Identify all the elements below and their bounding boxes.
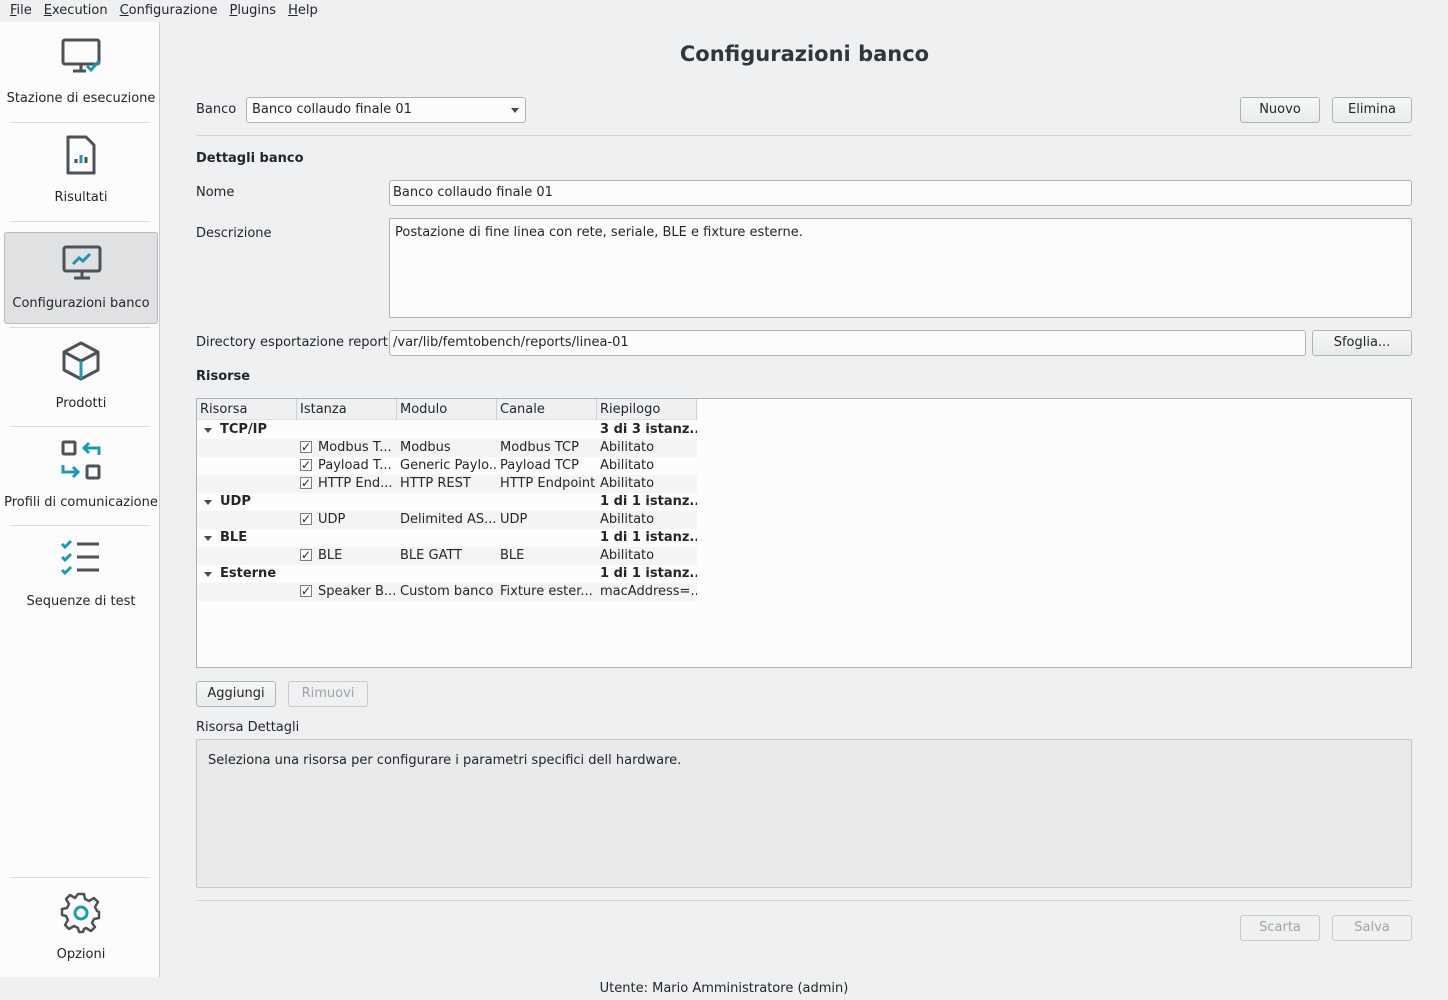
sidebar-item-label: Opzioni xyxy=(56,947,106,962)
browse-button[interactable]: Sfoglia... xyxy=(1312,330,1412,356)
sidebar-item-label: Stazione di esecuzione xyxy=(6,91,156,106)
description-field[interactable]: Postazione di fine linea con rete, seria… xyxy=(389,218,1412,318)
discard-button[interactable]: Scarta xyxy=(1240,915,1320,941)
banco-label: Banco xyxy=(196,102,237,117)
column-header[interactable]: Istanza xyxy=(297,399,397,420)
tree-row[interactable]: Speaker B... Custom banco Fixture ester.… xyxy=(197,583,697,601)
resource-details-hint: Seleziona una risorsa per configurare i … xyxy=(208,753,682,768)
monitor-check-icon xyxy=(61,38,101,73)
box-icon xyxy=(62,341,100,381)
enabled-checkbox[interactable] xyxy=(300,547,312,564)
banco-select-value: Banco collaudo finale 01 xyxy=(252,102,412,117)
name-label: Nome xyxy=(196,185,235,200)
menu-bar: File Execution Configurazione Plugins He… xyxy=(0,0,1448,22)
tree-group-row[interactable]: BLE 1 di 1 istanz... xyxy=(197,529,697,547)
status-bar: Utente: Mario Amministratore (admin) xyxy=(0,977,1448,1000)
enabled-checkbox[interactable] xyxy=(300,511,312,528)
group-name: UDP xyxy=(220,494,251,509)
sidebar-item-label: Profili di comunicazione xyxy=(4,495,158,510)
sidebar-divider xyxy=(10,877,150,878)
group-summary: 1 di 1 istanz... xyxy=(600,530,697,545)
sidebar-item-opzioni[interactable]: Opzioni xyxy=(4,882,158,974)
banco-select[interactable]: Banco collaudo finale 01 xyxy=(246,97,526,123)
export-dir-field[interactable]: /var/lib/femtobench/reports/linea-01 xyxy=(389,330,1306,356)
details-section-title: Dettagli banco xyxy=(196,151,304,166)
tree-row[interactable]: UDP Delimited AS... UDP Abilitato xyxy=(197,511,697,529)
column-header[interactable]: Canale xyxy=(497,399,597,420)
page-title: Configurazioni banco xyxy=(679,42,930,66)
sidebar-item-stazione[interactable]: Stazione di esecuzione xyxy=(4,26,158,118)
sidebar-divider xyxy=(10,327,150,328)
chevron-down-icon[interactable] xyxy=(204,500,212,505)
resources-tree[interactable]: Risorsa Istanza Modulo Canale Riepilogo … xyxy=(196,398,1412,668)
tree-row[interactable]: HTTP End... HTTP REST HTTP Endpoint Abil… xyxy=(197,475,697,493)
menu-execution[interactable]: Execution xyxy=(38,0,114,22)
sidebar-divider xyxy=(10,122,150,123)
menu-plugins[interactable]: Plugins xyxy=(223,0,282,22)
sidebar-item-label: Risultati xyxy=(54,190,108,205)
enabled-checkbox[interactable] xyxy=(300,583,312,600)
group-name: BLE xyxy=(220,530,248,545)
tree-row[interactable]: BLE BLE GATT BLE Abilitato xyxy=(197,547,697,565)
tree-group-row[interactable]: TCP/IP 3 di 3 istanz... xyxy=(197,421,697,439)
group-summary: 1 di 1 istanz... xyxy=(600,494,697,509)
column-header[interactable]: Risorsa xyxy=(197,399,297,420)
tree-group-row[interactable]: UDP 1 di 1 istanz... xyxy=(197,493,697,511)
save-button[interactable]: Salva xyxy=(1332,915,1412,941)
resource-details-label: Risorsa Dettagli xyxy=(196,720,300,735)
group-summary: 3 di 3 istanz... xyxy=(600,422,697,437)
delete-button[interactable]: Elimina xyxy=(1332,97,1412,123)
chevron-down-icon[interactable] xyxy=(204,572,212,577)
sidebar: Stazione di esecuzione Risultati Configu… xyxy=(0,22,160,977)
group-name: TCP/IP xyxy=(220,422,268,437)
menu-file[interactable]: File xyxy=(4,0,38,22)
tree-row[interactable]: Modbus T... Modbus Modbus TCP Abilitato xyxy=(197,439,697,457)
divider xyxy=(196,135,1412,136)
swap-arrows-icon xyxy=(61,440,101,480)
monitor-chart-icon xyxy=(62,245,102,280)
menu-configurazione[interactable]: Configurazione xyxy=(114,0,224,22)
add-resource-button[interactable]: Aggiungi xyxy=(196,681,276,707)
tree-header: Risorsa Istanza Modulo Canale Riepilogo xyxy=(197,399,697,420)
group-name: Esterne xyxy=(220,566,277,581)
resources-section-title: Risorse xyxy=(196,369,251,384)
new-button[interactable]: Nuovo xyxy=(1240,97,1320,123)
sidebar-item-label: Sequenze di test xyxy=(26,594,136,609)
sidebar-divider xyxy=(10,221,150,222)
tree-row[interactable]: Payload T... Generic Paylo... Payload TC… xyxy=(197,457,697,475)
gear-icon xyxy=(60,892,101,934)
tree-group-row[interactable]: Esterne 1 di 1 istanz... xyxy=(197,565,697,583)
enabled-checkbox[interactable] xyxy=(300,439,312,456)
chevron-down-icon[interactable] xyxy=(204,536,212,541)
sidebar-divider xyxy=(10,426,150,427)
description-label: Descrizione xyxy=(196,226,272,241)
divider xyxy=(196,900,1412,901)
name-field[interactable]: Banco collaudo finale 01 xyxy=(389,180,1412,206)
resource-details-panel: Seleziona una risorsa per configurare i … xyxy=(196,739,1412,888)
column-header[interactable]: Modulo xyxy=(397,399,497,420)
sidebar-item-risultati[interactable]: Risultati xyxy=(4,125,158,217)
sidebar-item-prodotti[interactable]: Prodotti xyxy=(4,331,158,423)
sidebar-item-profili[interactable]: Profili di comunicazione xyxy=(4,430,158,522)
report-chart-icon xyxy=(66,135,96,175)
export-dir-label: Directory esportazione report xyxy=(196,335,388,350)
group-summary: 1 di 1 istanz... xyxy=(600,566,697,581)
main-panel: Configurazioni banco Banco Banco collaud… xyxy=(161,22,1448,977)
chevron-down-icon[interactable] xyxy=(204,428,212,433)
sidebar-item-label: Prodotti xyxy=(55,396,107,411)
chevron-down-icon xyxy=(511,108,519,113)
checklist-icon xyxy=(60,539,99,576)
menu-help[interactable]: Help xyxy=(282,0,324,22)
sidebar-item-label: Configurazioni banco xyxy=(12,296,150,311)
sidebar-item-configurazioni-banco[interactable]: Configurazioni banco xyxy=(4,232,158,324)
column-header[interactable]: Riepilogo xyxy=(597,399,697,420)
sidebar-item-sequenze[interactable]: Sequenze di test xyxy=(4,529,158,621)
sidebar-divider xyxy=(10,525,150,526)
enabled-checkbox[interactable] xyxy=(300,457,312,474)
enabled-checkbox[interactable] xyxy=(300,475,312,492)
remove-resource-button[interactable]: Rimuovi xyxy=(288,681,368,707)
